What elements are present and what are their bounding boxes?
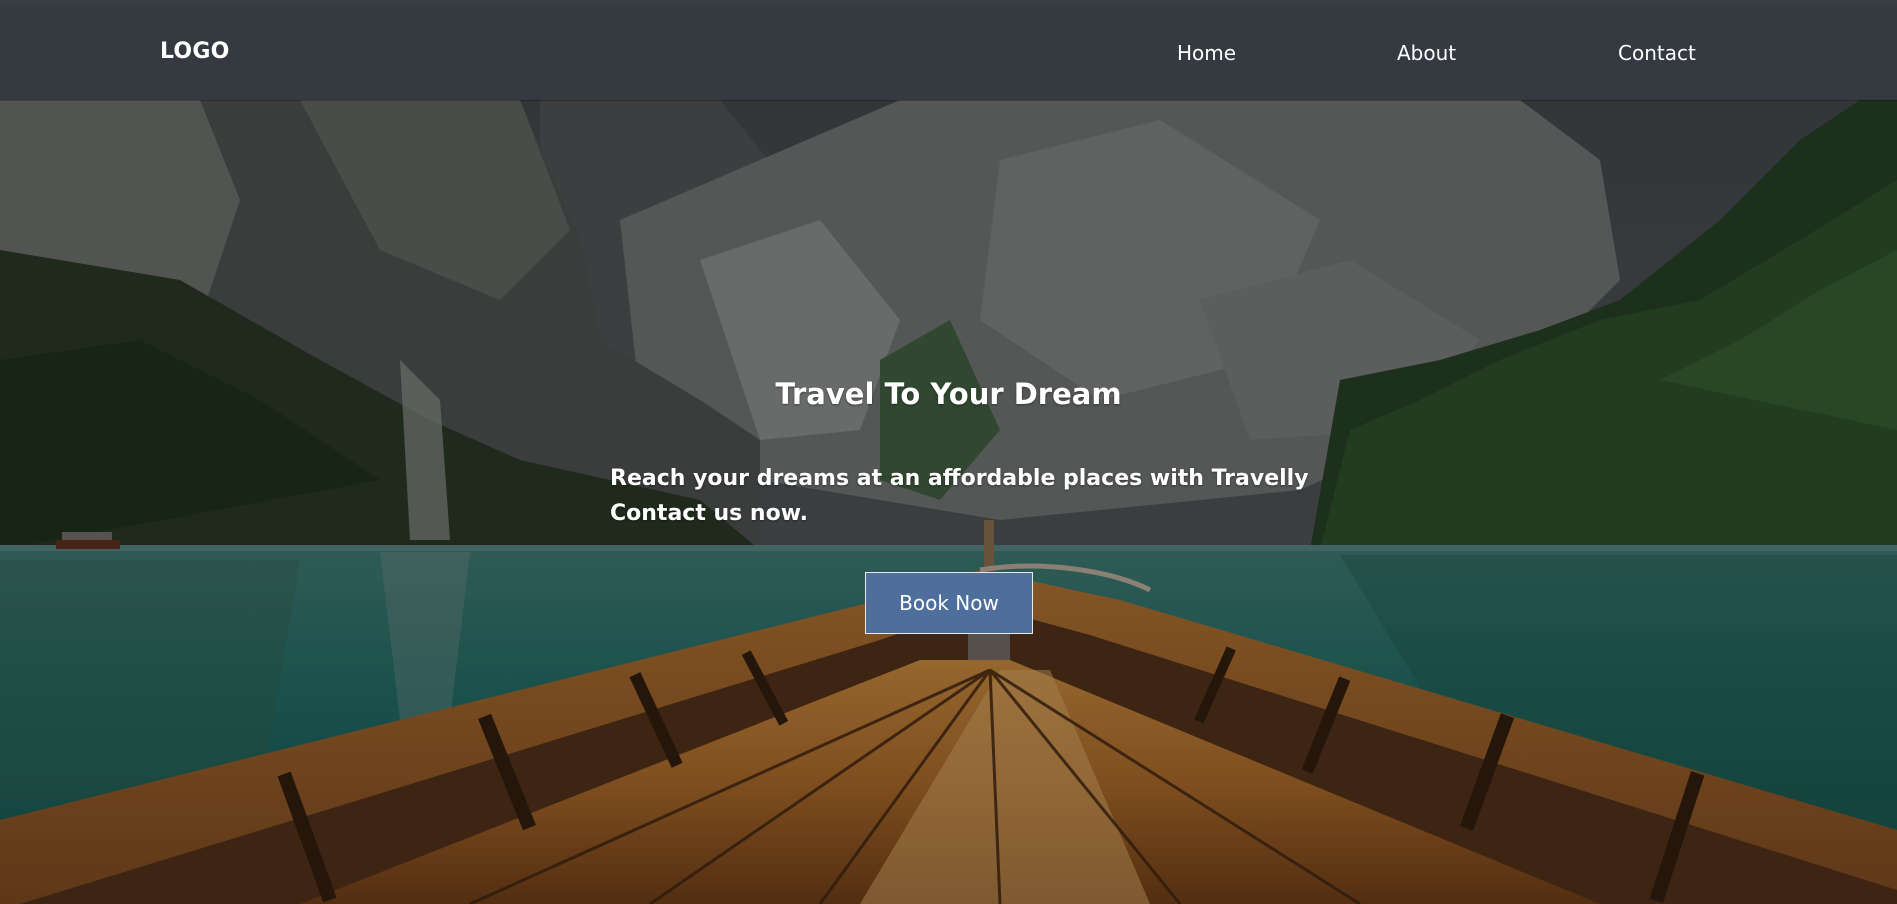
nav-link-contact[interactable]: Contact	[1618, 41, 1696, 65]
logo[interactable]: LOGO	[160, 39, 230, 64]
hero-section: Travel To Your Dream Reach your dreams a…	[0, 100, 1897, 904]
nav-link-about[interactable]: About	[1397, 41, 1456, 65]
nav-link-home[interactable]: Home	[1177, 41, 1236, 65]
hero-title: Travel To Your Dream	[775, 377, 1122, 411]
book-now-button[interactable]: Book Now	[865, 572, 1033, 634]
navbar: LOGO Home About Contact	[0, 5, 1897, 100]
hero-subtitle: Reach your dreams at an affordable place…	[610, 466, 1309, 526]
